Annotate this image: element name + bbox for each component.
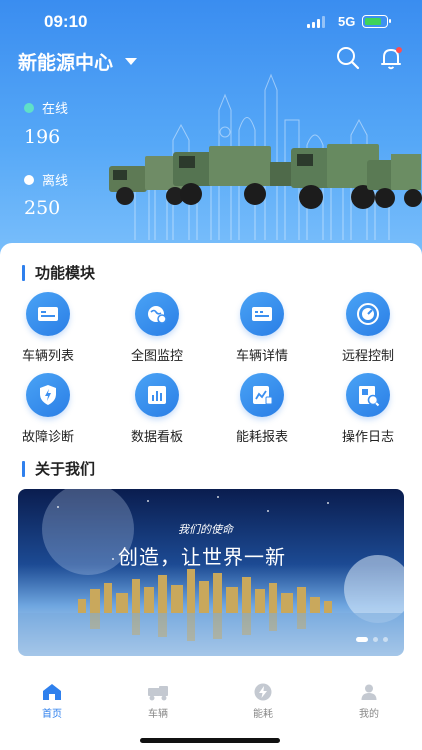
home-icon <box>43 684 61 700</box>
bolt-icon <box>254 683 272 701</box>
carousel-dot[interactable] <box>356 637 368 642</box>
module-label: 车辆详情 <box>235 349 288 364</box>
offline-label: 离线 <box>24 170 68 189</box>
tab-energy[interactable]: 能耗 <box>223 683 303 720</box>
energy-report-icon <box>240 373 284 417</box>
vehicle-list-icon <box>26 292 70 336</box>
offline-dot-icon <box>24 174 34 185</box>
bar-chart-icon <box>135 373 179 417</box>
remote-control-icon <box>346 292 390 336</box>
module-remote-control[interactable]: 远程控制 <box>323 292 413 364</box>
about-banner[interactable]: 我们的使命 创造，让世界一新 <box>18 489 404 656</box>
tab-label: 车辆 <box>148 709 168 720</box>
status-bar: 09:10 5G <box>0 12 422 34</box>
carousel-indicator[interactable] <box>356 637 388 642</box>
battery-icon <box>362 15 391 28</box>
tab-label: 我的 <box>359 709 379 720</box>
module-vehicle-detail[interactable]: 车辆详情 <box>217 292 307 364</box>
mining-trucks-illustration <box>109 144 422 209</box>
module-label: 远程控制 <box>341 349 394 364</box>
caret-down-icon <box>125 58 138 65</box>
search-icon[interactable] <box>335 45 361 71</box>
offline-count: 250 <box>24 197 61 219</box>
module-label: 全图监控 <box>130 349 183 364</box>
tab-vehicles[interactable]: 车辆 <box>118 683 198 720</box>
module-label: 数据看板 <box>130 430 183 445</box>
banner-title: 创造，让世界一新 <box>118 545 286 569</box>
module-fault-diagnosis[interactable]: 故障诊断 <box>3 373 93 445</box>
module-map-monitor[interactable]: 全图监控 <box>112 292 202 364</box>
signal-icon <box>307 16 325 28</box>
module-data-board[interactable]: 数据看板 <box>112 373 202 445</box>
tab-home[interactable]: 首页 <box>12 683 92 720</box>
header-banner: 09:10 5G 新能源中心 在线 196 离线 250 <box>0 0 422 262</box>
tab-label: 首页 <box>42 709 62 720</box>
notification-dot <box>396 47 402 53</box>
carousel-dot[interactable] <box>373 637 378 642</box>
module-label: 车辆列表 <box>21 349 74 364</box>
network-type: 5G <box>338 14 356 29</box>
center-selector[interactable]: 新能源中心 <box>18 48 138 75</box>
section-title-modules: 功能模块 <box>22 262 95 283</box>
shield-bolt-icon <box>26 373 70 417</box>
module-vehicle-list[interactable]: 车辆列表 <box>3 292 93 364</box>
home-indicator <box>140 738 280 743</box>
status-time: 09:10 <box>44 12 88 31</box>
section-title-about: 关于我们 <box>22 458 95 479</box>
module-energy-report[interactable]: 能耗报表 <box>217 373 307 445</box>
operation-log-icon <box>346 373 390 417</box>
module-label: 操作日志 <box>341 430 394 445</box>
tab-mine[interactable]: 我的 <box>329 683 409 720</box>
bell-icon[interactable] <box>378 45 404 71</box>
city-night-illustration <box>18 489 404 656</box>
carousel-dot[interactable] <box>383 637 388 642</box>
user-icon <box>361 684 377 700</box>
online-dot-icon <box>24 102 34 113</box>
module-operation-log[interactable]: 操作日志 <box>323 373 413 445</box>
online-count: 196 <box>24 126 61 148</box>
truck-icon <box>148 686 168 701</box>
banner-subtitle: 我们的使命 <box>178 523 233 536</box>
center-name: 新能源中心 <box>18 52 114 74</box>
online-label: 在线 <box>24 98 68 117</box>
vehicle-detail-icon <box>240 292 284 336</box>
globe-monitor-icon <box>135 292 179 336</box>
module-label: 故障诊断 <box>21 430 74 445</box>
module-label: 能耗报表 <box>235 430 288 445</box>
tab-label: 能耗 <box>253 709 273 720</box>
